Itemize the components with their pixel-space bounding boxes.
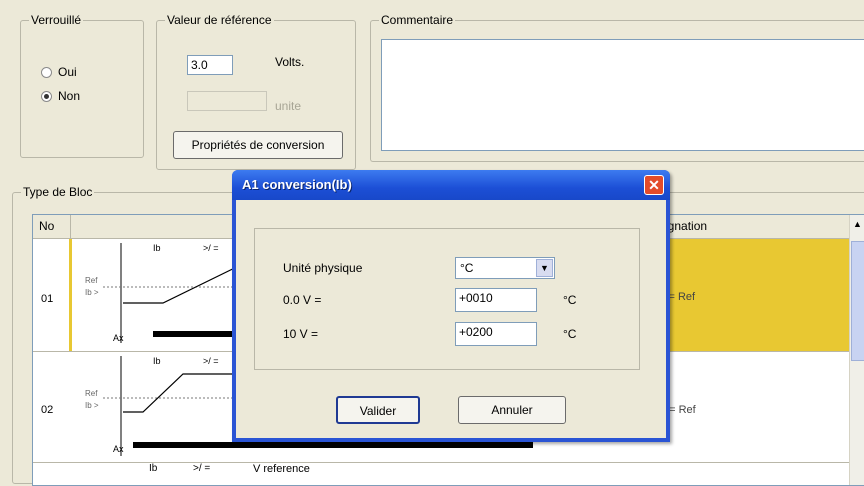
radio-non[interactable]: Non <box>41 89 80 103</box>
commentaire-textarea[interactable] <box>381 39 864 151</box>
conversion-properties-button[interactable]: Propriétés de conversion <box>173 131 343 159</box>
graph-sym-label: >/ = <box>193 463 211 474</box>
scroll-thumb[interactable] <box>851 241 864 361</box>
v0-input[interactable]: +0010 <box>455 288 537 312</box>
conversion-dialog: A1 conversion(Ib) ✕ Unité physique °C ▼ … <box>232 170 670 442</box>
dialog-title: A1 conversion(Ib) <box>242 177 352 192</box>
graph-ref-label: Ref <box>85 389 98 398</box>
vertical-scrollbar[interactable]: ▲ <box>849 215 864 485</box>
unite-input <box>187 91 267 111</box>
reference-value-input[interactable]: 3.0 <box>187 55 233 75</box>
row-bar-strip <box>273 442 533 448</box>
radio-oui-icon[interactable] <box>41 67 52 79</box>
v10-label: 10 V = <box>283 327 319 341</box>
graph-ib-label: Ib <box>153 356 161 366</box>
verrouille-legend: Verrouillé <box>29 13 84 27</box>
chevron-down-icon[interactable]: ▼ <box>536 259 553 277</box>
v0-label: 0.0 V = <box>283 293 322 307</box>
commentaire-legend: Commentaire <box>379 13 456 27</box>
graph-ref-label: Ref <box>85 276 98 285</box>
graph-sym-label: >/ = <box>203 243 219 253</box>
commentaire-group: Commentaire <box>370 13 864 162</box>
dialog-body: Unité physique °C ▼ 0.0 V = +0010 °C 10 … <box>236 200 666 438</box>
volts-label: Volts. <box>275 55 305 69</box>
valeur-reference-legend: Valeur de référence <box>165 13 274 27</box>
dialog-titlebar[interactable]: A1 conversion(Ib) ✕ <box>232 170 670 200</box>
row-number: 01 <box>41 293 54 305</box>
row-number: 02 <box>41 404 54 416</box>
unite-label: unite <box>275 99 302 113</box>
unite-physique-value: °C <box>460 261 474 275</box>
verrouille-group: Verrouillé Oui Non <box>20 13 144 158</box>
header-no[interactable]: No <box>33 215 71 239</box>
v10-input[interactable]: +0200 <box>455 322 537 346</box>
radio-oui-label: Oui <box>58 65 77 79</box>
valider-button[interactable]: Valider <box>336 396 420 424</box>
graph-ref-label: V reference <box>253 463 310 475</box>
graph-ax-label: Ax <box>113 333 124 343</box>
graph-ax-label: Ax <box>113 444 124 454</box>
graph-ib-axis-label: Ib > <box>85 401 99 410</box>
unite-physique-select[interactable]: °C ▼ <box>455 257 555 279</box>
graph-ib-label: Ib <box>149 463 158 474</box>
v10-unit: °C <box>563 327 577 341</box>
radio-oui[interactable]: Oui <box>41 65 77 79</box>
radio-non-icon[interactable] <box>41 91 52 103</box>
graph-ib-axis-label: Ib > <box>85 288 99 297</box>
unite-physique-label: Unité physique <box>283 261 363 275</box>
close-icon[interactable]: ✕ <box>644 175 664 195</box>
radio-non-label: Non <box>58 89 81 103</box>
type-bloc-legend: Type de Bloc <box>21 185 95 199</box>
scroll-up-arrow-icon[interactable]: ▲ <box>853 219 862 229</box>
v0-unit: °C <box>563 293 577 307</box>
graph-sym-label: >/ = <box>203 356 219 366</box>
table-row[interactable]: Ib >/ = V reference <box>33 463 850 485</box>
graph-ib-label: Ib <box>153 243 161 253</box>
valeur-reference-group: Valeur de référence 3.0 Volts. unite Pro… <box>156 13 356 170</box>
dialog-inner-group: Unité physique °C ▼ 0.0 V = +0010 °C 10 … <box>254 228 640 370</box>
annuler-button[interactable]: Annuler <box>458 396 566 424</box>
